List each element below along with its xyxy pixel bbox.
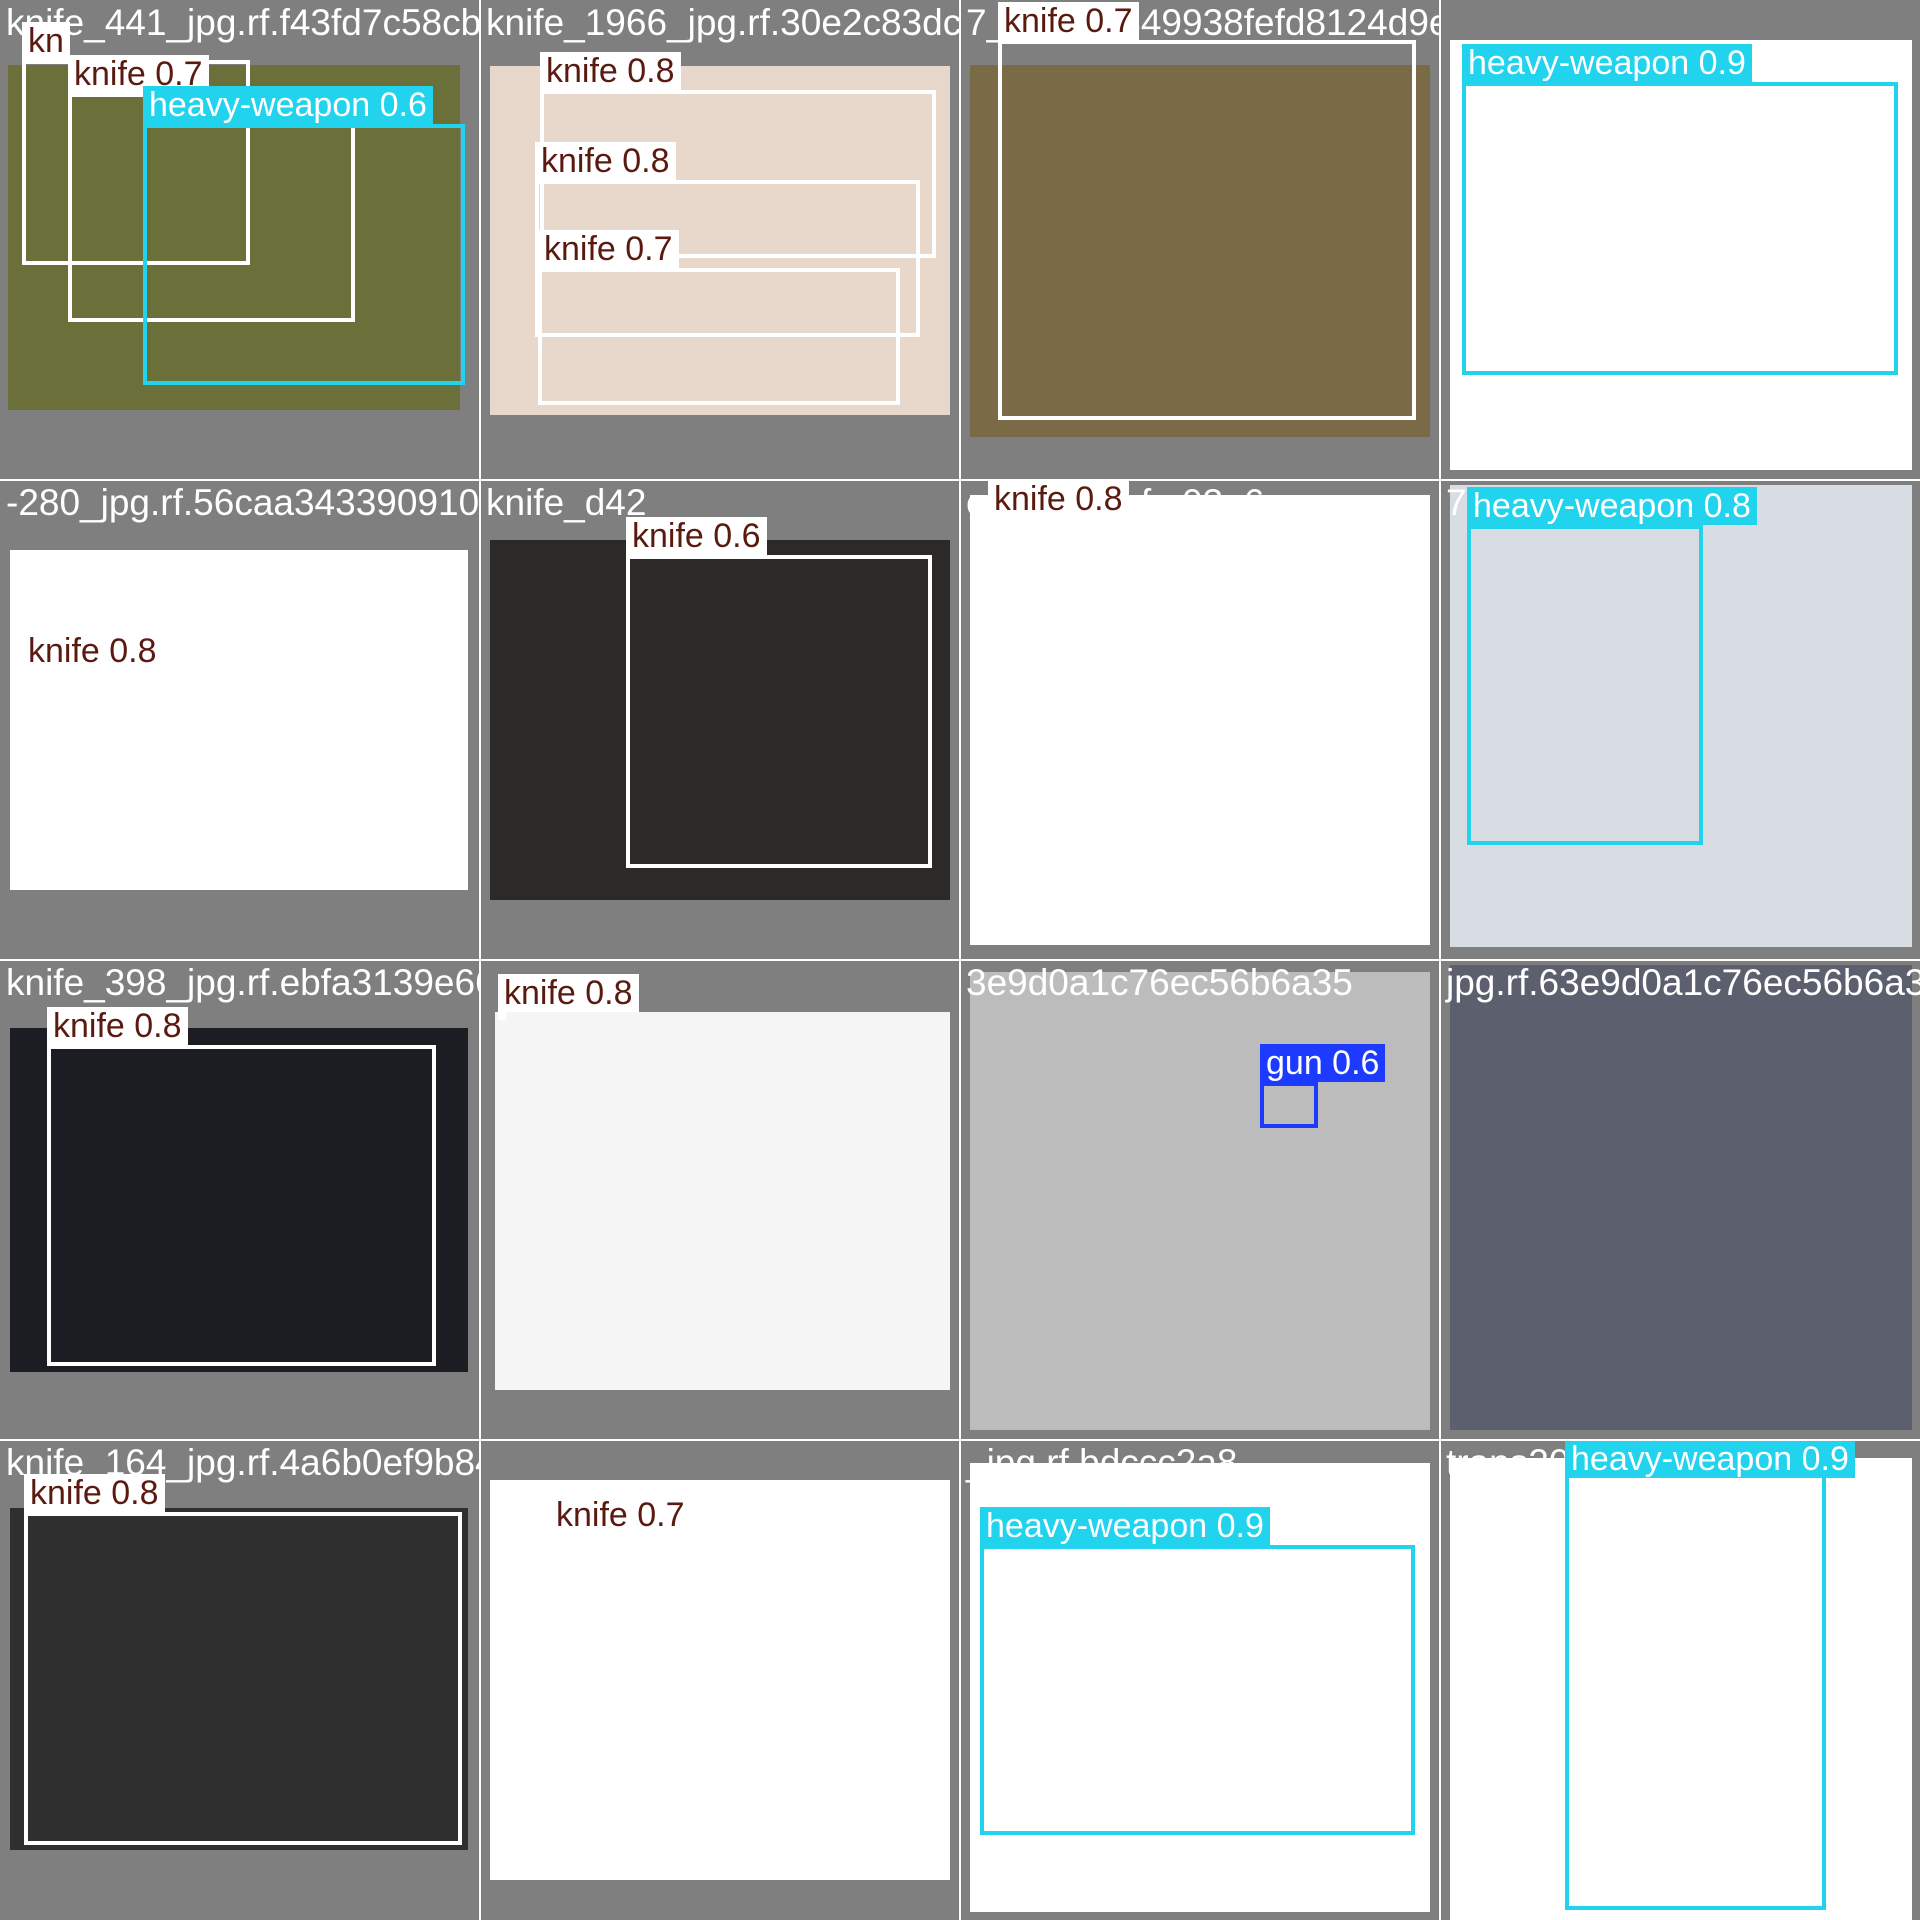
detection-label: knife 0.8: [24, 1474, 165, 1512]
image-tile: 3e9d0a1c76ec56b6a35 gun 0.6: [960, 960, 1440, 1440]
image-tile: knife_441_jpg.rf.f43fd7c58cbbb1f01256c77…: [0, 0, 480, 480]
detection-label: knife 0.8: [498, 974, 639, 1012]
image-tile: _jpg.rf.bdccc2a8 heavy-weapon 0.9: [960, 1440, 1440, 1920]
tile-title: _jpg.rf.bdccc2a8: [966, 1442, 1238, 1483]
detection-label: gun 0.6: [1260, 1044, 1386, 1082]
tile-title: knife_d42: [486, 482, 647, 523]
detection-label: knife 0.8: [988, 480, 1129, 518]
detection-label: heavy-weapon 0.9: [1462, 44, 1752, 82]
tile-title: 3e9d0a1c76ec56b6a35: [966, 962, 1353, 1003]
detection-box: [1565, 1466, 1826, 1910]
detection-label: heavy-weapon 0.9: [1565, 1440, 1855, 1478]
detection-box: [998, 40, 1416, 420]
detection-label: heavy-weapon 0.8: [1467, 487, 1757, 525]
detection-box: [1462, 82, 1898, 375]
image-tile: knife_d42 knife 0.6: [480, 480, 960, 960]
grid-separator-horizontal: [0, 479, 1920, 481]
image-tile: trans20_10_j heavy-weapon 0.9: [1440, 1440, 1920, 1920]
detection-label: knife 0.6: [626, 517, 767, 555]
image-tile: -280_jpg.rf.56caa343390910d7d62d4226b893…: [0, 480, 480, 960]
image-tile: knife_1966_jpg.rf.30e2c83dc2eknife 0.8 kn…: [480, 0, 960, 480]
detection-box: [47, 1045, 436, 1366]
detection-box: [143, 124, 465, 385]
detection-box: [538, 268, 900, 405]
image-tile: knife_398_jpg.rf.ebfa3139e667af9c9b9dfe1…: [0, 960, 480, 1440]
detection-label: knife 0.8: [22, 632, 163, 670]
tile-title: -280_jpg.rf.56caa343390910d7d62d4226b893…: [6, 482, 480, 523]
photo: [495, 1012, 950, 1390]
image-tile: knife 0.7: [480, 1440, 960, 1920]
detection-box: [498, 1012, 506, 1020]
detection-box: [1467, 525, 1703, 845]
grid-separator-horizontal: [0, 959, 1920, 961]
detection-box: [24, 1512, 462, 1845]
detection-box: [626, 555, 932, 868]
tile-title: jpg.rf.63e9d0a1c76ec56b6a35c22c: [1446, 962, 1920, 1003]
detection-label: heavy-weapon 0.6: [143, 86, 433, 124]
detection-mosaic: knife_441_jpg.rf.f43fd7c58cbbb1f01256c77…: [0, 0, 1920, 1920]
detection-label: knife 0.8: [47, 1007, 188, 1045]
image-tile: 7e2e2d9heavy-weapon 0.8: [1440, 480, 1920, 960]
detection-label: knife 0.8: [535, 142, 676, 180]
detection-label: knife 0.7: [998, 2, 1139, 40]
detection-box: [22, 670, 468, 865]
image-tile: heavy-weapon 0.9: [1440, 0, 1920, 480]
detection-box: [550, 1534, 785, 1780]
detection-label: heavy-weapon 0.9: [980, 1507, 1270, 1545]
detection-box: [1260, 1082, 1318, 1128]
image-tile: 7_jpg.rf.1849938fefd8124d9e5a1b01280f886…: [960, 0, 1440, 480]
detection-box: [988, 497, 1418, 910]
tile-title: knife_398_jpg.rf.ebfa3139e667af9c9b9dfe1…: [6, 962, 480, 1003]
detection-label: knife 0.8: [540, 52, 681, 90]
grid-separator-horizontal: [0, 1439, 1920, 1441]
image-tile: knife_164_jpg.rf.4a6b0ef9b84484ef528a527…: [0, 1440, 480, 1920]
tile-title: knife_1966_jpg.rf.30e2c83dc2e: [486, 2, 960, 43]
image-tile: knife 0.8: [480, 960, 960, 1440]
detection-label: kn: [22, 22, 70, 60]
detection-label: knife 0.7: [550, 1496, 691, 1534]
detection-label: knife 0.7: [538, 230, 679, 268]
tile-title: knife_441_jpg.rf.f43fd7c58cbbb1f01256c77…: [6, 2, 480, 43]
image-tile: jpg.rf.63e9d0a1c76ec56b6a35c22c: [1440, 960, 1920, 1440]
detection-box: [980, 1545, 1415, 1835]
image-tile: ed52_jpg.rf.e03e6cknife 0.8: [960, 480, 1440, 960]
photo: [1450, 965, 1912, 1430]
photo: [970, 972, 1430, 1430]
